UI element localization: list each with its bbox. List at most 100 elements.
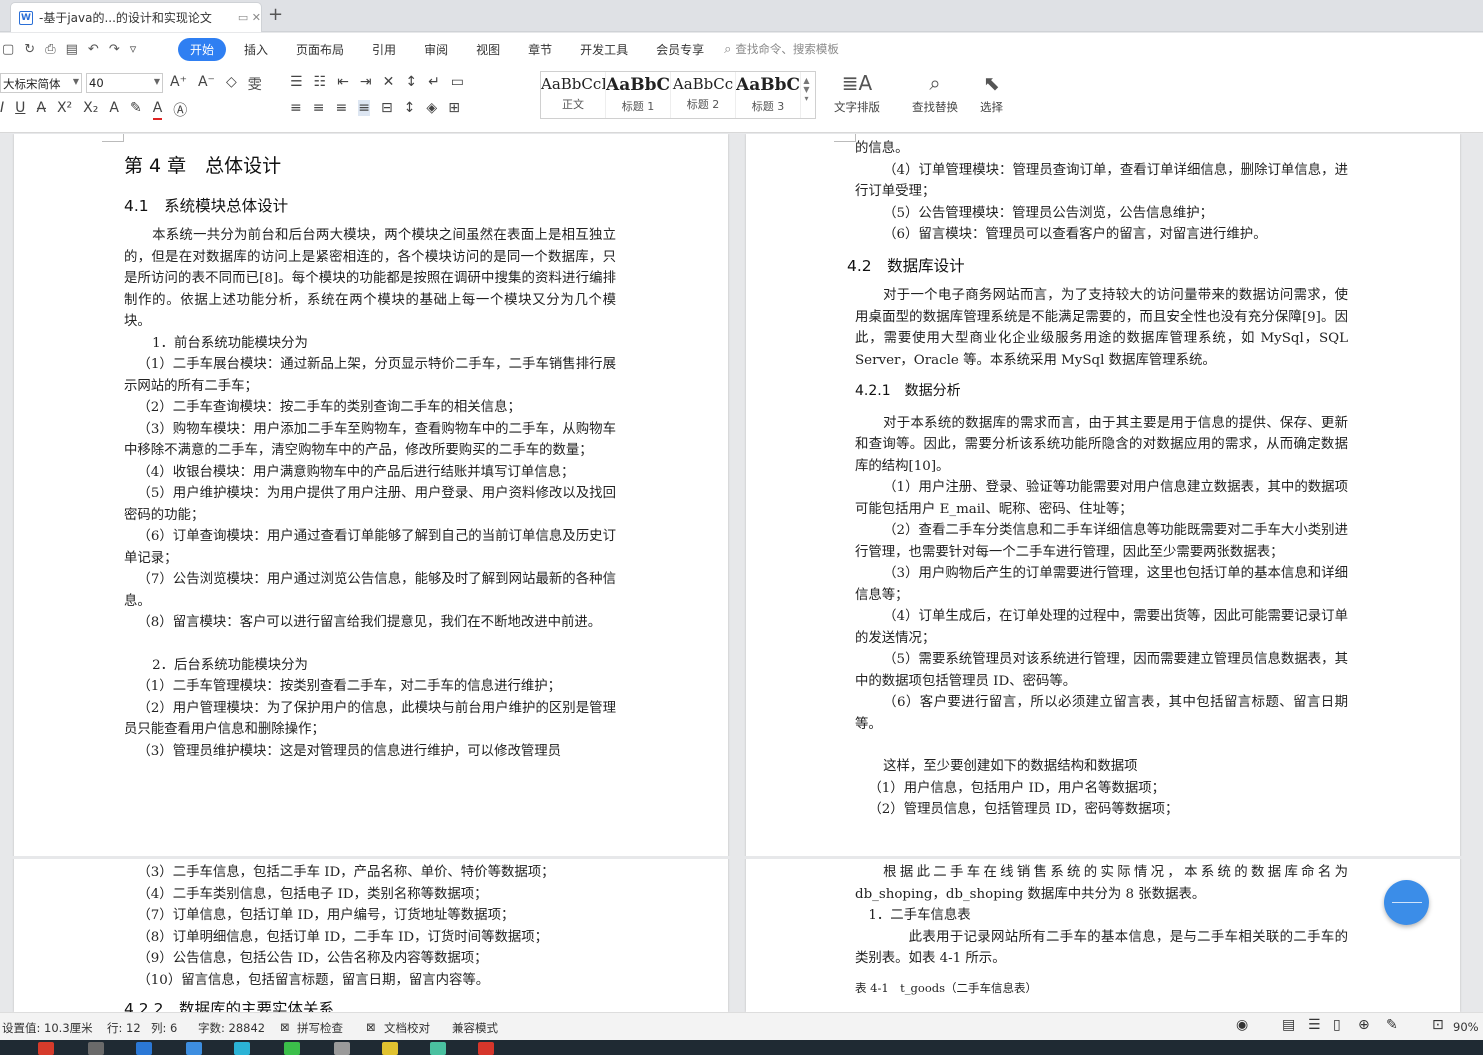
show-marks-icon[interactable]: ↵ [428, 74, 440, 90]
menu-layout[interactable]: 页面布局 [282, 41, 358, 58]
preview-icon[interactable]: ▤ [66, 42, 78, 57]
table-tools-icon[interactable]: ▭ [451, 74, 464, 90]
font-color-icon[interactable]: A [152, 100, 163, 120]
eye-protect-icon[interactable]: ◉ [1236, 1017, 1248, 1033]
font-name-select[interactable]: 大标宋简体 ▼ [0, 73, 82, 93]
proofread-button[interactable]: 文档校对 [384, 1020, 430, 1036]
sync-icon[interactable]: ↻ [24, 42, 35, 57]
spellcheck-button[interactable]: 拼写检查 [297, 1020, 343, 1036]
write-view-icon[interactable]: ✎ [1386, 1017, 1398, 1033]
pinyin-icon[interactable]: 雯 [248, 74, 262, 94]
subscript-icon[interactable]: X₂ [83, 100, 98, 120]
read-view-icon[interactable]: ▯ [1333, 1017, 1341, 1033]
strikethrough-icon[interactable]: A̶ [36, 100, 46, 120]
menu-member[interactable]: 会员专享 [642, 41, 718, 58]
taskbar-app-icon[interactable] [38, 1042, 54, 1055]
para-tools-row1: ☰ ☷ ⇤ ⇥ ✕ ↕ ↵ ▭ [290, 74, 464, 90]
taskbar-app-icon[interactable] [186, 1042, 202, 1055]
select-button[interactable]: ⬉ 选择 [980, 71, 1003, 115]
menu-home[interactable]: 开始 [178, 37, 227, 61]
paragraph: （4）订单管理模块：管理员查询订单，查看订单详细信息，删除订单信息，进行订单受理… [855, 162, 1348, 200]
menu-references[interactable]: 引用 [358, 41, 410, 58]
indent-icon[interactable]: ⇥ [360, 74, 372, 90]
number-list-icon[interactable]: ☷ [314, 74, 327, 90]
sort-icon[interactable]: ↕ [405, 74, 417, 90]
taskbar-app-icon[interactable] [88, 1042, 104, 1055]
assistant-float-button[interactable] [1384, 880, 1429, 925]
taskbar-app-icon[interactable] [334, 1042, 350, 1055]
menu-insert[interactable]: 插入 [230, 41, 282, 58]
chinese-layout-icon[interactable]: ✕ [383, 74, 395, 90]
align-center-icon[interactable]: ≡ [313, 100, 325, 116]
print-icon[interactable]: ⎙ [45, 42, 55, 57]
outline-view-icon[interactable]: ☰ [1308, 1017, 1321, 1033]
superscript-icon[interactable]: X² [57, 100, 72, 120]
style-heading1[interactable]: AaBbC 标题 1 [606, 72, 671, 118]
fit-page-icon[interactable]: ⊡ [1432, 1017, 1444, 1033]
italic-icon[interactable]: I [0, 100, 4, 120]
menu-review[interactable]: 审阅 [410, 41, 462, 58]
menu-developer[interactable]: 开发工具 [566, 41, 642, 58]
document-tab[interactable]: W -基于java的...的设计和实现论文 ▭ ✕ [10, 2, 262, 32]
grow-font-icon[interactable]: A⁺ [170, 74, 187, 94]
web-view-icon[interactable]: ⊕ [1358, 1017, 1370, 1033]
borders-icon[interactable]: ⊞ [448, 100, 460, 116]
zoom-level[interactable]: 90% [1453, 1020, 1479, 1034]
font-size-select[interactable]: 40 ▼ [86, 73, 163, 93]
taskbar-app-icon[interactable] [382, 1042, 398, 1055]
status-row: 行: 12 [107, 1021, 141, 1035]
highlight-icon[interactable]: ✎ [130, 100, 142, 120]
style-heading3[interactable]: AaBbC 标题 3 [736, 72, 801, 118]
paragraph: 2．后台系统功能模块分为 [152, 657, 308, 673]
text-effect-icon[interactable]: A [109, 100, 119, 120]
taskbar-app-icon[interactable] [234, 1042, 250, 1055]
wordart-button[interactable]: ≣A 文字排版 [834, 71, 880, 115]
command-search-input[interactable]: 查找命令、搜索模板 [735, 41, 839, 57]
menu-section[interactable]: 章节 [514, 41, 566, 58]
paragraph: （3）用户购物后产生的订单需要进行管理，这里也包括订单的基本信息和详细信息等； [855, 566, 1348, 603]
char-border-icon[interactable]: Ⓐ [173, 100, 187, 120]
bullet-list-icon[interactable]: ☰ [290, 74, 303, 90]
line-spacing-icon[interactable]: ↕ [404, 100, 416, 116]
taskbar-app-icon[interactable] [430, 1042, 446, 1055]
paragraph: （2）用户管理模块：为了保护用户的信息，此模块与前台用户维护的区别是管理员只能查… [124, 700, 616, 738]
taskbar-app-icon[interactable] [136, 1042, 152, 1055]
redo-icon[interactable]: ↷ [109, 42, 120, 57]
status-setting: 设置值: 10.3厘米 [2, 1021, 93, 1035]
find-replace-button[interactable]: ⌕ 查找替换 [912, 71, 958, 115]
find-label: 查找替换 [912, 100, 958, 114]
paragraph: （2）管理员信息，包括管理员 ID，密码等数据项； [868, 802, 1179, 817]
align-right-icon[interactable]: ≡ [335, 100, 347, 116]
shading-icon[interactable]: ◈ [426, 100, 437, 116]
outdent-icon[interactable]: ⇤ [337, 74, 349, 90]
document-workspace[interactable]: 第 4 章 总体设计 4.1 系统模块总体设计 本系统一共分为前台和后台两大模块… [0, 134, 1483, 1012]
justify-icon[interactable]: ≡ [358, 100, 370, 116]
paragraph: （8）订单明细信息，包括订单 ID，二手车 ID，订货时间等数据项； [137, 929, 549, 945]
tab-close-icon[interactable]: ▭ ✕ [238, 11, 261, 24]
paragraph: （6）订单查询模块：用户通过查看订单能够了解到自己的当前订单信息及历史订单记录； [124, 529, 616, 566]
page-view-icon[interactable]: ▤ [1282, 1017, 1295, 1033]
underline-icon[interactable]: U [15, 100, 25, 120]
paragraph: （3）购物车模块：用户添加二手车至购物车，查看购物车中的二手车，从购物车中移除不… [124, 421, 616, 459]
save-icon[interactable]: ▢ [2, 42, 14, 57]
taskbar-app-icon[interactable] [284, 1042, 300, 1055]
more-icon[interactable]: ▿ [130, 42, 137, 57]
clear-format-icon[interactable]: ◇ [226, 74, 237, 94]
paragraph: 的信息。 [855, 141, 909, 156]
style-normal[interactable]: AaBbCcI 正文 [541, 72, 606, 118]
distribute-icon[interactable]: ⊟ [381, 100, 393, 116]
undo-icon[interactable]: ↶ [88, 42, 99, 57]
status-col: 列: 6 [151, 1021, 178, 1035]
paragraph: 此表用于记录网站所有二手车的基本信息，是与二手车相关联的二手车的类别表。如表 4… [855, 929, 1348, 967]
paragraph: （1）用户信息，包括用户 ID，用户名等数据项； [868, 780, 1166, 796]
style-heading2[interactable]: AaBbCc 标题 2 [671, 72, 736, 118]
paragraph: （4）收银台模块：用户满意购物车中的产品后进行结账并填写订单信息； [137, 464, 575, 480]
status-word-count[interactable]: 字数: 28842 [198, 1020, 265, 1036]
taskbar-app-icon[interactable] [478, 1042, 494, 1055]
new-tab-button[interactable]: + [268, 4, 283, 25]
align-left-icon[interactable]: ≡ [290, 100, 302, 116]
shrink-font-icon[interactable]: A⁻ [198, 74, 215, 94]
menu-view[interactable]: 视图 [462, 41, 514, 58]
styles-scroll[interactable]: ▲ ▼ ▾ [801, 72, 812, 118]
paragraph: （4）二手车类别信息，包括电子 ID，类别名称等数据项； [137, 886, 488, 902]
